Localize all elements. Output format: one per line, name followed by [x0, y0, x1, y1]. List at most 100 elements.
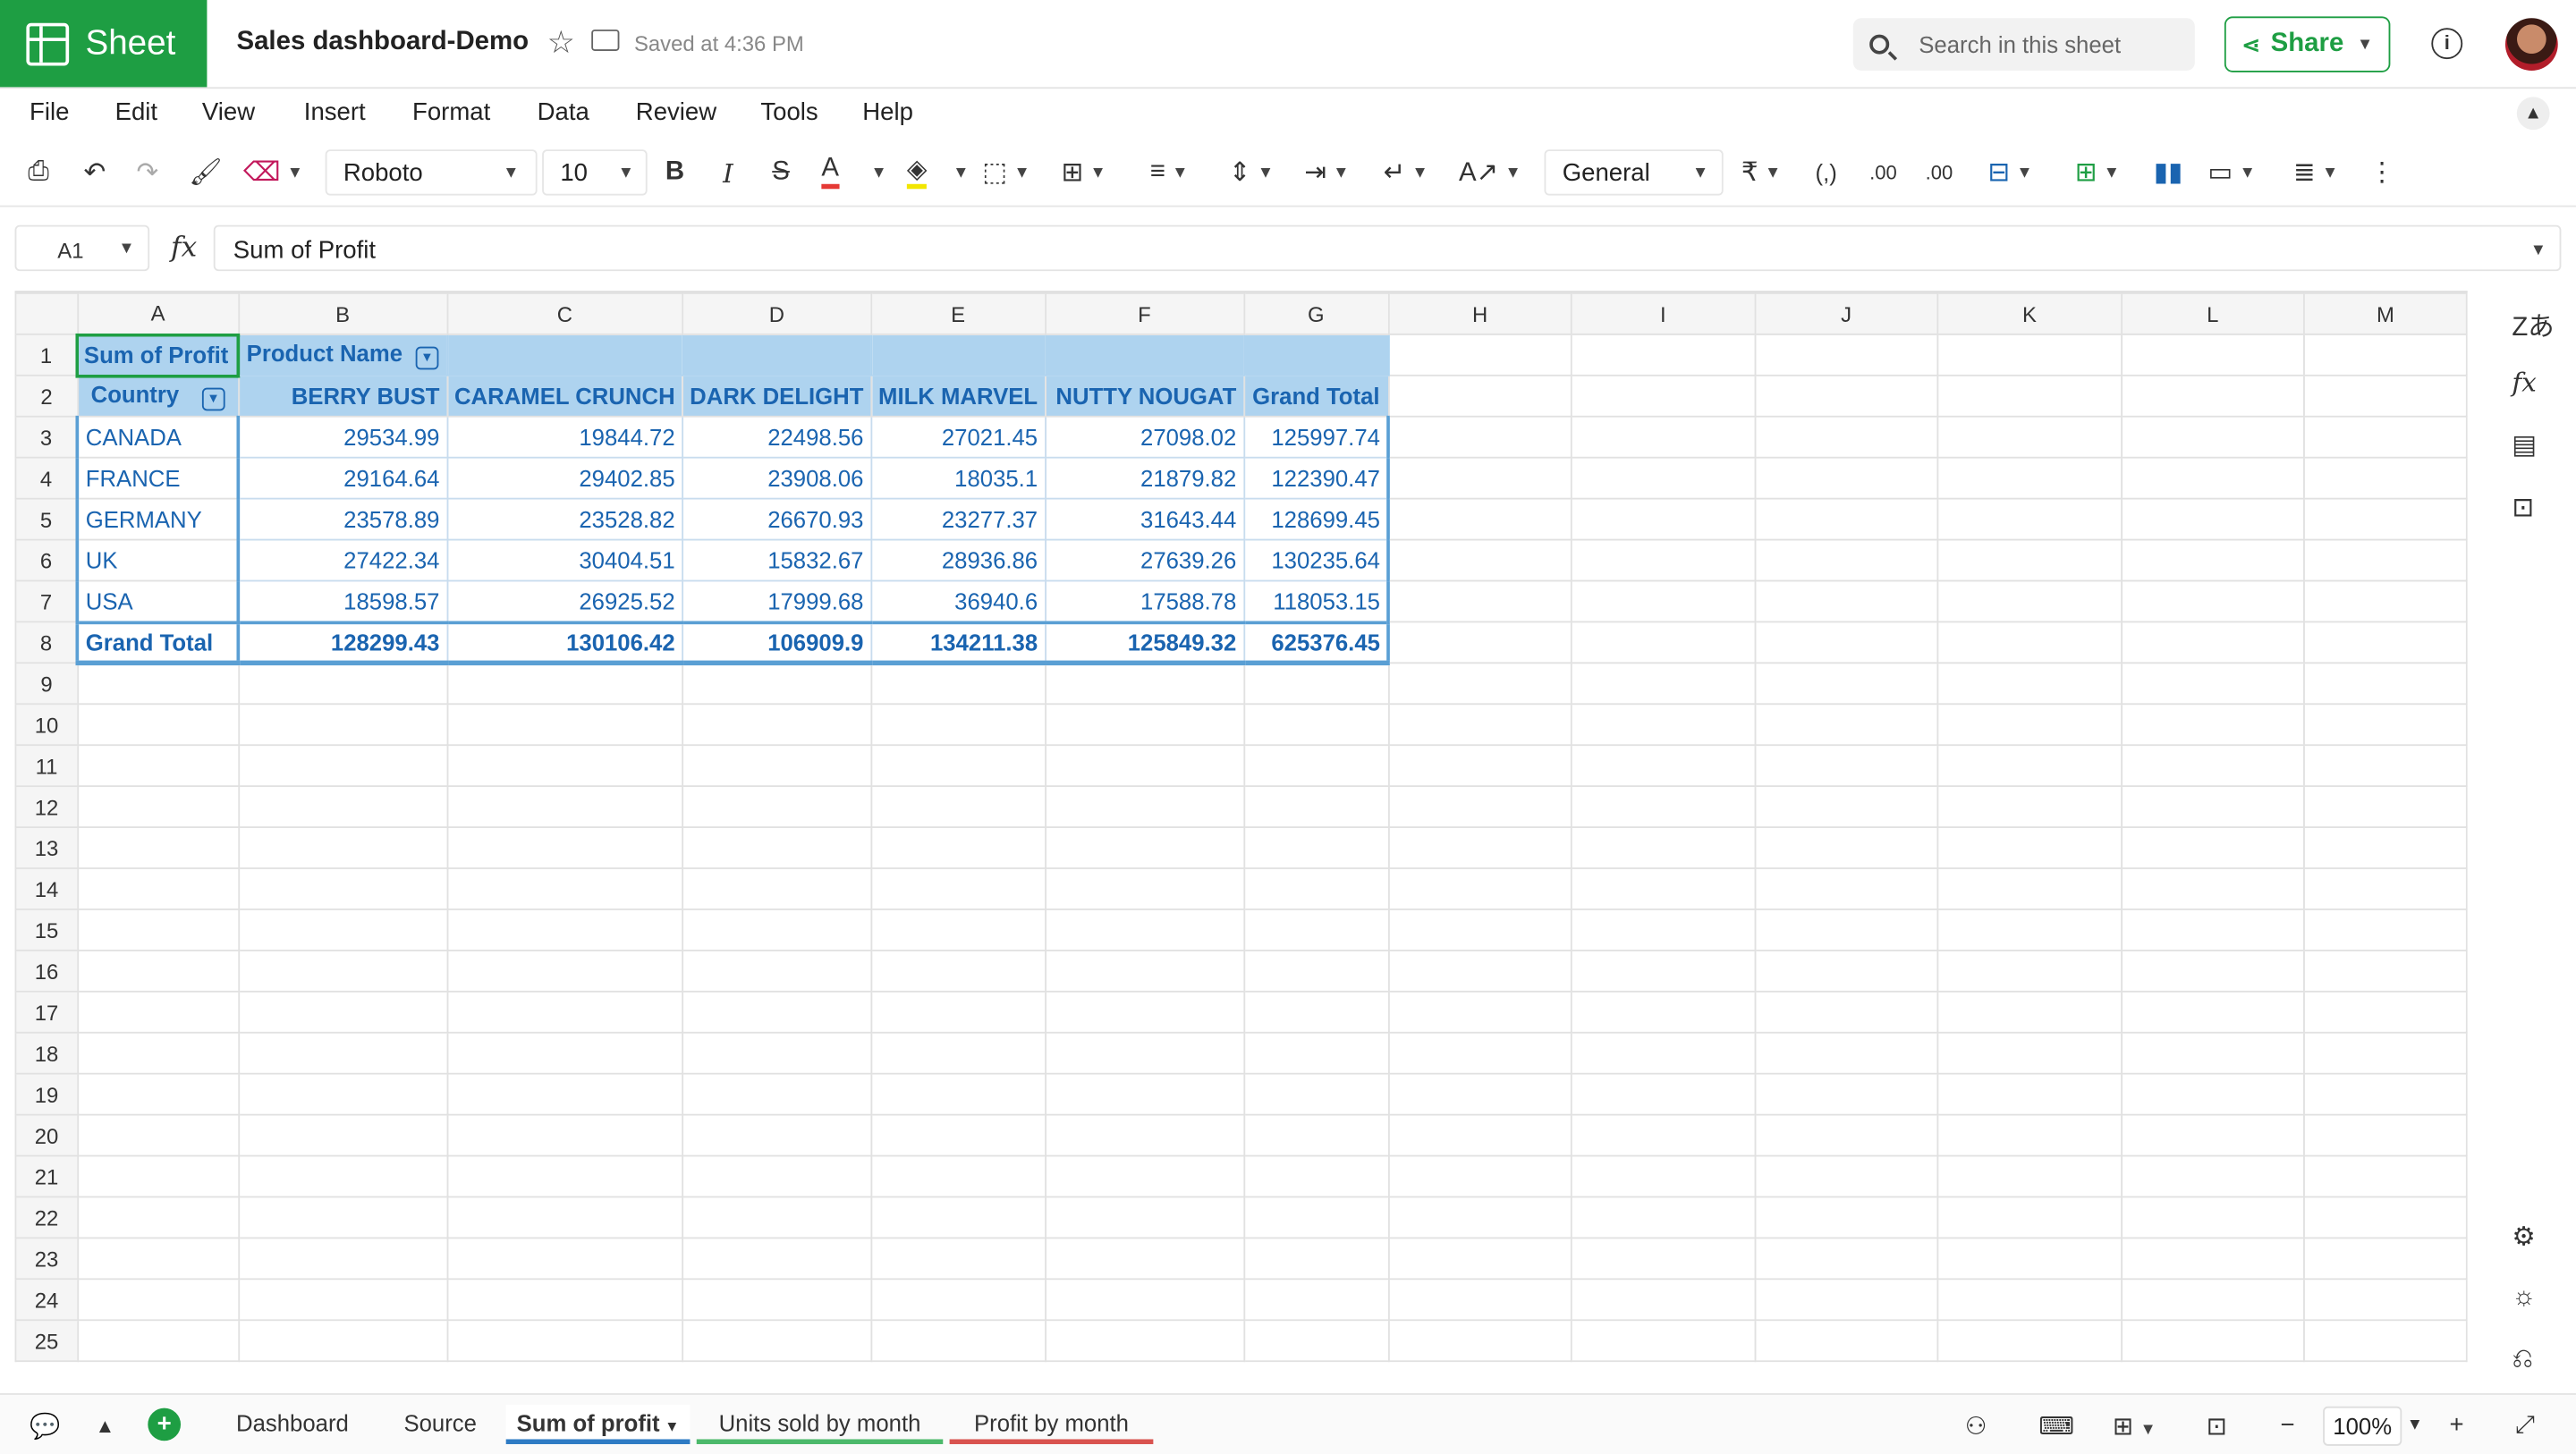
cell[interactable] — [76, 990, 240, 1034]
cell[interactable] — [1387, 826, 1572, 869]
cell[interactable] — [1387, 1154, 1572, 1198]
cell[interactable] — [1936, 826, 2123, 869]
cell[interactable] — [1571, 1072, 1756, 1116]
pivot-column-header[interactable]: MILK MARVEL — [869, 374, 1046, 418]
cell[interactable] — [1242, 990, 1390, 1034]
cell[interactable] — [1936, 1319, 2123, 1363]
cell[interactable] — [2303, 826, 2468, 869]
cell[interactable] — [1387, 1072, 1572, 1116]
cell[interactable] — [1387, 909, 1572, 951]
sheet-tab[interactable]: Sum of profit ▼ — [505, 1404, 691, 1444]
cell[interactable] — [1242, 1072, 1390, 1116]
cell[interactable] — [2120, 579, 2306, 623]
paint-format-icon[interactable]: 🖌 — [189, 153, 222, 192]
cell[interactable] — [1242, 867, 1390, 910]
cell[interactable] — [1571, 1031, 1756, 1075]
cell[interactable] — [1387, 579, 1572, 623]
cell[interactable] — [1387, 1237, 1572, 1281]
cell[interactable] — [76, 1154, 240, 1198]
column-header[interactable]: H — [1387, 292, 1572, 335]
cell[interactable] — [2303, 579, 2468, 623]
bold-icon[interactable]: B — [665, 153, 684, 192]
cell[interactable] — [2120, 1237, 2306, 1281]
cell[interactable] — [1387, 1113, 1572, 1157]
undo-icon[interactable]: ↶ — [84, 153, 106, 192]
cell[interactable] — [2120, 826, 2306, 869]
pivot-value-cell[interactable]: 29534.99 — [237, 415, 448, 459]
pivot-value-cell[interactable]: 118053.15 — [1242, 579, 1390, 623]
cell[interactable] — [1936, 1113, 2123, 1157]
row-header[interactable]: 17 — [14, 990, 79, 1034]
cell[interactable] — [1936, 1154, 2123, 1198]
cell[interactable] — [1753, 703, 1939, 747]
pivot-value-cell[interactable]: 130235.64 — [1242, 538, 1390, 582]
cell[interactable] — [1242, 909, 1390, 951]
menu-tools[interactable]: Tools — [760, 98, 818, 126]
cell[interactable] — [1044, 1278, 1245, 1322]
sheet-list-icon[interactable]: ▲ — [96, 1415, 115, 1438]
cell[interactable] — [1044, 1154, 1245, 1198]
function-icon[interactable]: fx — [171, 232, 197, 265]
cell[interactable] — [445, 1237, 683, 1281]
cell[interactable] — [76, 949, 240, 993]
pivot-value-cell[interactable]: 27422.34 — [237, 538, 448, 582]
pivot-total-cell[interactable]: 128299.43 — [237, 620, 448, 666]
cell[interactable] — [682, 1319, 872, 1363]
row-header[interactable]: 18 — [14, 1031, 79, 1075]
cell[interactable] — [1936, 497, 2123, 541]
cell[interactable] — [1571, 1319, 1756, 1363]
cell[interactable] — [1936, 621, 2123, 664]
cell[interactable] — [76, 1031, 240, 1075]
cell[interactable] — [1936, 949, 2123, 993]
cell[interactable] — [1936, 785, 2123, 828]
cell[interactable] — [237, 1031, 448, 1075]
pivot-column-header[interactable]: DARK DELIGHT — [682, 374, 872, 418]
cell[interactable] — [237, 826, 448, 869]
cell[interactable] — [1387, 785, 1572, 828]
cell[interactable] — [2120, 497, 2306, 541]
cell[interactable] — [1571, 990, 1756, 1034]
column-header[interactable]: M — [2303, 292, 2468, 335]
cell[interactable] — [76, 909, 240, 951]
info-icon[interactable]: i — [2431, 28, 2463, 60]
cell[interactable] — [1936, 579, 2123, 623]
pivot-value-cell[interactable]: 36940.6 — [869, 579, 1046, 623]
cell[interactable] — [2120, 909, 2306, 951]
cell[interactable] — [2120, 867, 2306, 910]
cell[interactable] — [2120, 1154, 2306, 1198]
cell[interactable] — [1571, 621, 1756, 664]
pivot-value-cell[interactable]: 27021.45 — [869, 415, 1046, 459]
cell[interactable] — [237, 785, 448, 828]
cell[interactable] — [1387, 662, 1572, 706]
cell[interactable] — [237, 744, 448, 788]
cell[interactable] — [445, 1072, 683, 1116]
table-icon[interactable]: ⊞ ▼ — [2075, 153, 2120, 192]
eraser-icon[interactable]: ⌫ ▼ — [243, 153, 303, 192]
row-header[interactable]: 15 — [14, 909, 79, 951]
pivot-row-label[interactable]: UK — [75, 538, 241, 582]
cell[interactable] — [869, 826, 1046, 869]
cell[interactable] — [1387, 1319, 1572, 1363]
add-sheet-button[interactable]: + — [148, 1408, 182, 1441]
theme-icon[interactable]: ☼ — [2512, 1283, 2536, 1313]
cell[interactable] — [1044, 662, 1245, 706]
pivot-total-cell[interactable]: 130106.42 — [445, 620, 683, 666]
print-icon[interactable]: ⎙ — [28, 153, 49, 192]
cell[interactable] — [682, 1196, 872, 1239]
cell[interactable] — [76, 744, 240, 788]
cell[interactable] — [2303, 1072, 2468, 1116]
menu-format[interactable]: Format — [412, 98, 490, 126]
view-layout-icon[interactable]: ⊞ ▼ — [2113, 1411, 2157, 1441]
pivot-row-label[interactable]: FRANCE — [75, 456, 241, 500]
cell[interactable] — [1387, 538, 1572, 582]
cell[interactable] — [1571, 1196, 1756, 1239]
pivot-value-cell[interactable]: 19844.72 — [445, 415, 683, 459]
cell[interactable] — [1044, 1196, 1245, 1239]
pivot-header-blank[interactable] — [682, 333, 872, 376]
cell[interactable] — [682, 1237, 872, 1281]
zoom-dropdown-icon[interactable]: ▼ — [2407, 1416, 2423, 1434]
pivot-value-cell[interactable]: 17588.78 — [1044, 579, 1245, 623]
zoom-in-icon[interactable]: + — [2450, 1411, 2464, 1439]
menu-data[interactable]: Data — [538, 98, 589, 126]
row-header[interactable]: 21 — [14, 1154, 79, 1198]
